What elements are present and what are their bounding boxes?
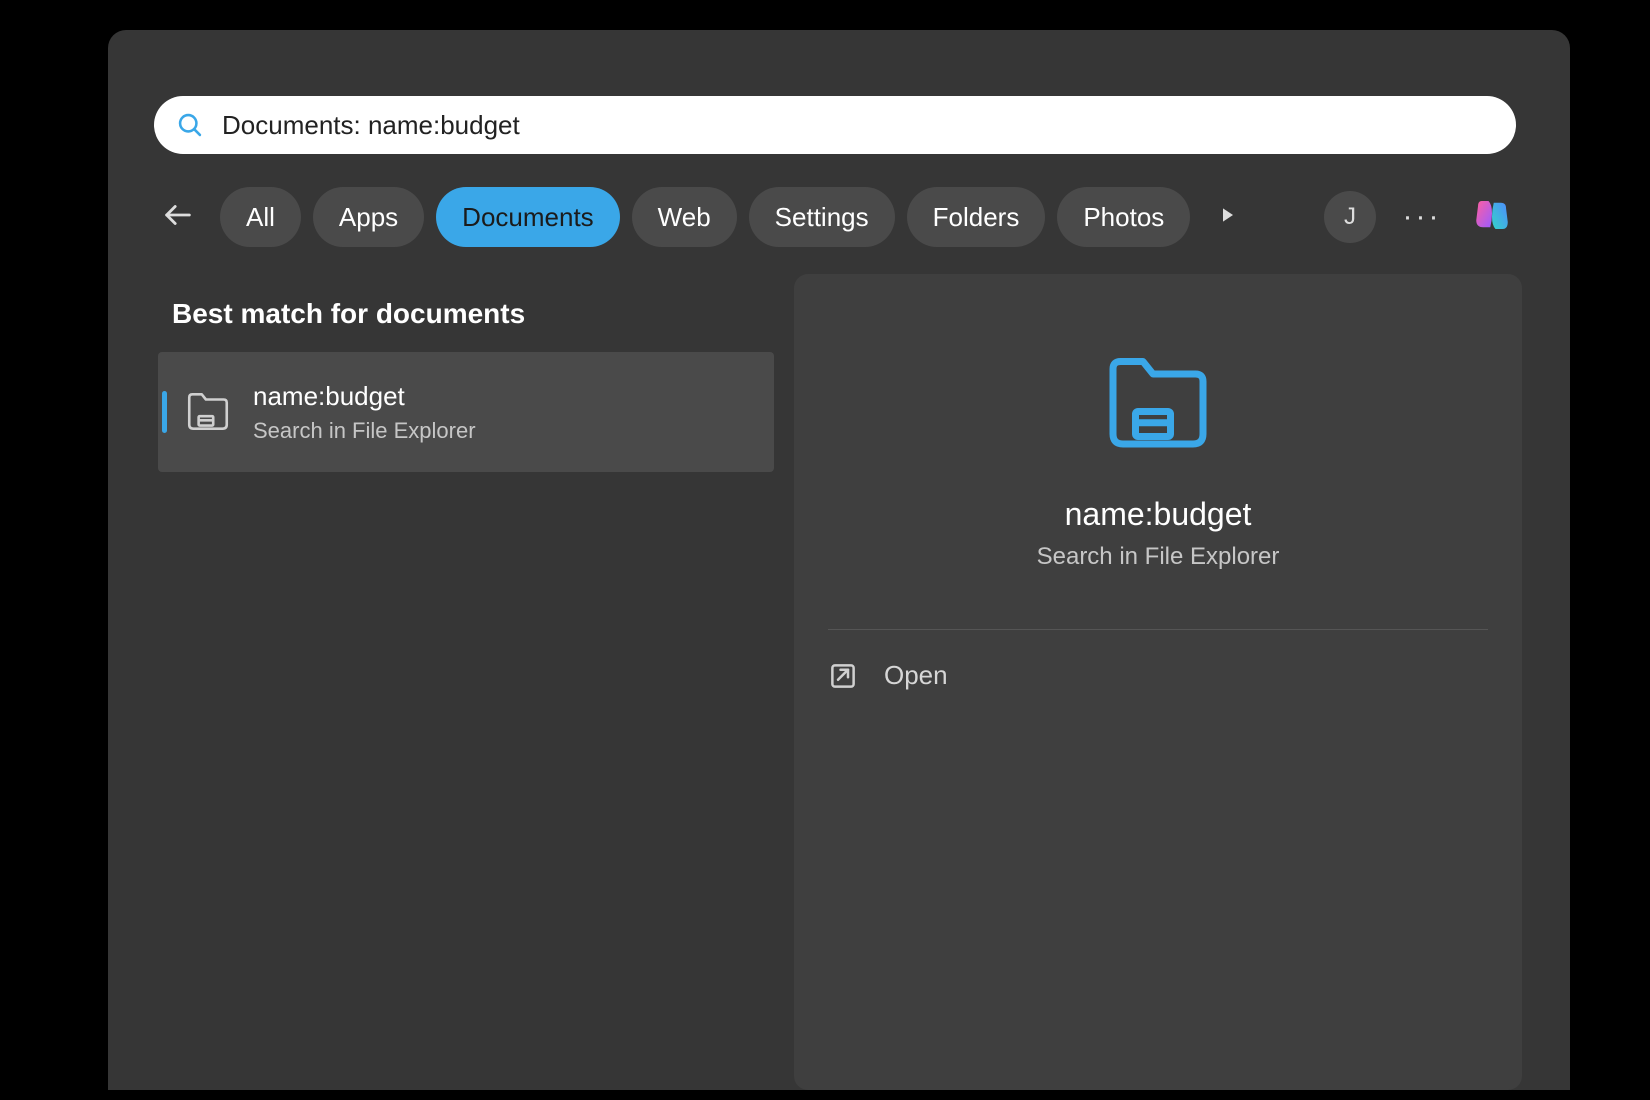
file-explorer-icon <box>1098 344 1218 454</box>
back-arrow-icon <box>161 198 195 237</box>
scroll-filters-button[interactable] <box>1206 195 1250 239</box>
result-text: name:budget Search in File Explorer <box>253 381 476 444</box>
preview-action-label: Open <box>884 660 948 691</box>
copilot-icon <box>1471 194 1513 241</box>
preview-action-open[interactable]: Open <box>828 660 1488 691</box>
search-window: All Apps Documents Web Settings Folders … <box>108 30 1570 1090</box>
selection-accent <box>162 391 167 433</box>
filter-tab-all[interactable]: All <box>220 187 301 247</box>
filter-tab-folders[interactable]: Folders <box>907 187 1046 247</box>
filter-tab-photos[interactable]: Photos <box>1057 187 1190 247</box>
chevron-right-icon <box>1218 205 1238 230</box>
search-input[interactable] <box>222 110 1494 141</box>
open-external-icon <box>828 661 858 691</box>
result-item-best-match[interactable]: name:budget Search in File Explorer <box>158 352 774 472</box>
header-right-controls: J ··· <box>1324 191 1516 243</box>
filter-tab-web[interactable]: Web <box>632 187 737 247</box>
preview-panel: name:budget Search in File Explorer Open <box>794 274 1522 1090</box>
more-horizontal-icon: ··· <box>1403 200 1442 234</box>
preview-title: name:budget <box>1065 496 1252 533</box>
filter-tab-documents[interactable]: Documents <box>436 187 620 247</box>
copilot-button[interactable] <box>1468 193 1516 241</box>
filter-pills: All Apps Documents Web Settings Folders … <box>220 187 1190 247</box>
filter-tab-settings[interactable]: Settings <box>749 187 895 247</box>
avatar-initial: J <box>1344 203 1356 231</box>
filter-tab-apps[interactable]: Apps <box>313 187 424 247</box>
search-icon <box>176 111 204 139</box>
preview-divider <box>828 629 1488 630</box>
search-bar[interactable] <box>154 96 1516 154</box>
filter-row: All Apps Documents Web Settings Folders … <box>154 186 1516 248</box>
file-explorer-icon <box>183 387 233 437</box>
user-avatar[interactable]: J <box>1324 191 1376 243</box>
more-options-button[interactable]: ··· <box>1398 193 1446 241</box>
preview-subtitle: Search in File Explorer <box>1037 543 1280 571</box>
result-subtitle: Search in File Explorer <box>253 418 476 444</box>
back-button[interactable] <box>154 193 202 241</box>
result-title: name:budget <box>253 381 476 412</box>
best-match-heading: Best match for documents <box>172 298 525 330</box>
